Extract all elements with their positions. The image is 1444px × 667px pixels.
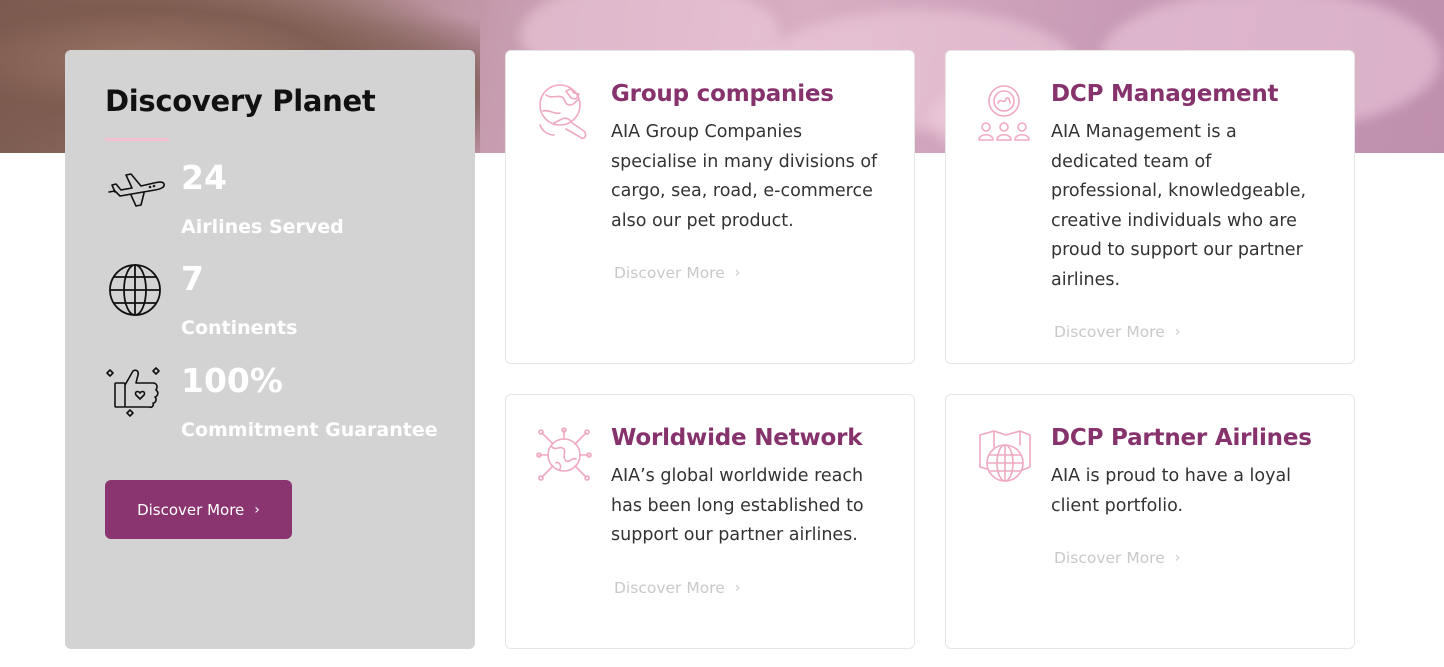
- service-title: Group companies: [611, 81, 834, 107]
- stat-label: Airlines Served: [181, 216, 344, 238]
- discover-more-link[interactable]: Discover More ›: [1054, 549, 1180, 567]
- service-title: Worldwide Network: [611, 425, 863, 451]
- link-label: Discover More: [614, 578, 725, 597]
- thumbs-up-icon: [106, 367, 160, 417]
- stat-label: Continents: [181, 317, 298, 339]
- stat-continents: 7 Continents: [105, 259, 445, 353]
- team-management-icon: [978, 85, 1030, 141]
- link-label: Discover More: [1054, 323, 1165, 341]
- chevron-right-icon: ›: [734, 265, 741, 281]
- discovery-planet-card: Discovery Planet 24 Airlines Served 7 Co…: [65, 50, 475, 649]
- service-title: DCP Management: [1051, 81, 1279, 107]
- title-underline: [105, 138, 169, 141]
- service-card-partner-airlines: DCP Partner Airlines AIA is proud to hav…: [945, 394, 1355, 649]
- stat-number: 24: [181, 158, 227, 197]
- link-label: Discover More: [1054, 549, 1165, 567]
- chevron-right-icon: ›: [1174, 550, 1181, 566]
- service-description: AIA Group Companies specialise in many d…: [611, 122, 878, 231]
- map-globe-icon: [979, 430, 1031, 482]
- chevron-right-icon: ›: [254, 501, 260, 518]
- globe-icon: [109, 264, 161, 316]
- stat-commitment: 100% Commitment Guarantee: [105, 361, 445, 455]
- stat-number: 7: [181, 259, 204, 298]
- global-search-icon: [539, 84, 587, 140]
- chevron-right-icon: ›: [1174, 324, 1181, 340]
- network-globe-icon: [536, 427, 592, 481]
- stats-title: Discovery Planet: [105, 84, 376, 118]
- airplane-icon: [108, 173, 165, 207]
- discover-more-link[interactable]: Discover More ›: [1054, 323, 1180, 341]
- stat-airlines: 24 Airlines Served: [105, 158, 445, 252]
- discover-more-link[interactable]: Discover More ›: [614, 579, 740, 597]
- service-card-worldwide-network: Worldwide Network AIA’s global worldwide…: [505, 394, 915, 649]
- discover-more-link[interactable]: Discover More ›: [614, 264, 740, 282]
- service-card-dcp-management: DCP Management AIA Management is a dedic…: [945, 50, 1355, 364]
- chevron-right-icon: ›: [734, 579, 741, 596]
- stat-label: Commitment Guarantee: [181, 419, 438, 441]
- service-description: AIA is proud to have a loyal client port…: [1051, 466, 1292, 516]
- service-title: DCP Partner Airlines: [1051, 425, 1312, 451]
- discover-more-button[interactable]: Discover More ›: [105, 480, 292, 539]
- button-label: Discover More: [137, 500, 245, 519]
- service-description: AIA Management is a dedicated team of pr…: [1051, 122, 1307, 290]
- link-label: Discover More: [614, 264, 725, 282]
- service-card-group-companies: Group companies AIA Group Companies spec…: [505, 50, 915, 364]
- stat-number: 100%: [181, 361, 283, 400]
- service-description: AIA’s global worldwide reach has been lo…: [611, 466, 864, 545]
